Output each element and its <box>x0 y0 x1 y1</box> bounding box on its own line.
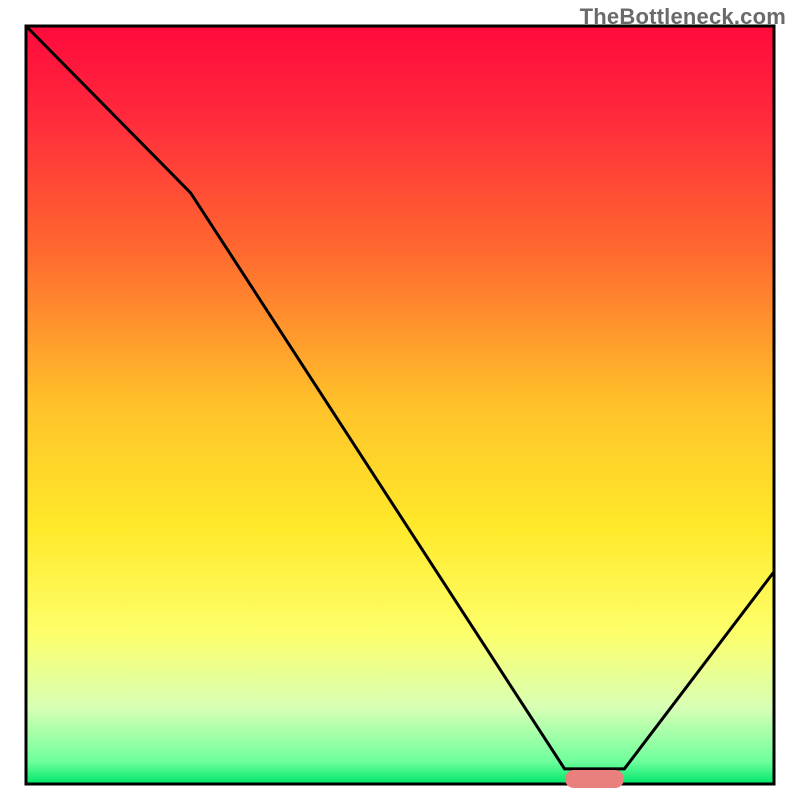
watermark: TheBottleneck.com <box>580 4 786 30</box>
optimal-range-marker <box>565 770 625 788</box>
bottleneck-chart <box>0 0 800 800</box>
chart-stage: TheBottleneck.com <box>0 0 800 800</box>
